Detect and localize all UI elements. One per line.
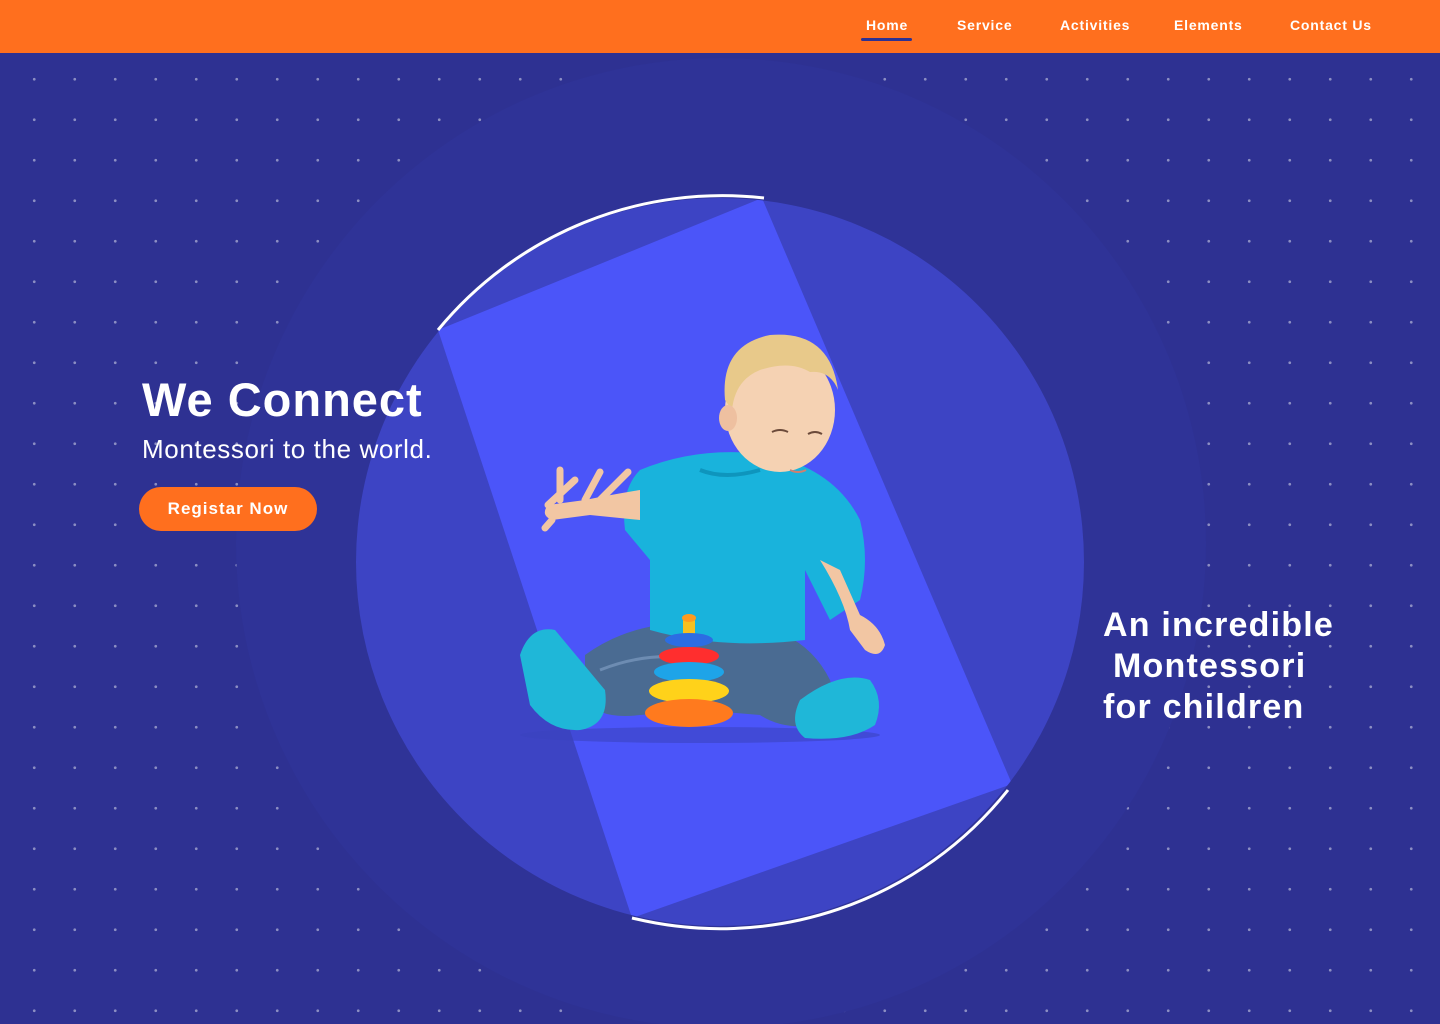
nav-activities[interactable]: Activities xyxy=(1060,17,1130,33)
hero-title: We Connect xyxy=(142,373,423,426)
nav-contact-us[interactable]: Contact Us xyxy=(1290,17,1372,33)
nav-active-indicator xyxy=(861,38,912,41)
nav-elements[interactable]: Elements xyxy=(1174,17,1243,33)
top-navbar: Home Service Activities Elements Contact… xyxy=(0,0,1440,53)
hero-subtitle: Montessori to the world. xyxy=(142,434,433,464)
tagline-line-3: for children xyxy=(1103,688,1305,726)
landing-page: Home Service Activities Elements Contact… xyxy=(0,0,1440,1024)
tagline-line-2: Montessori xyxy=(1113,647,1307,685)
register-now-button[interactable]: Registar Now xyxy=(139,487,317,531)
nav-service[interactable]: Service xyxy=(957,17,1012,33)
tagline-line-1: An incredible xyxy=(1103,606,1334,644)
nav-home[interactable]: Home xyxy=(866,17,908,33)
